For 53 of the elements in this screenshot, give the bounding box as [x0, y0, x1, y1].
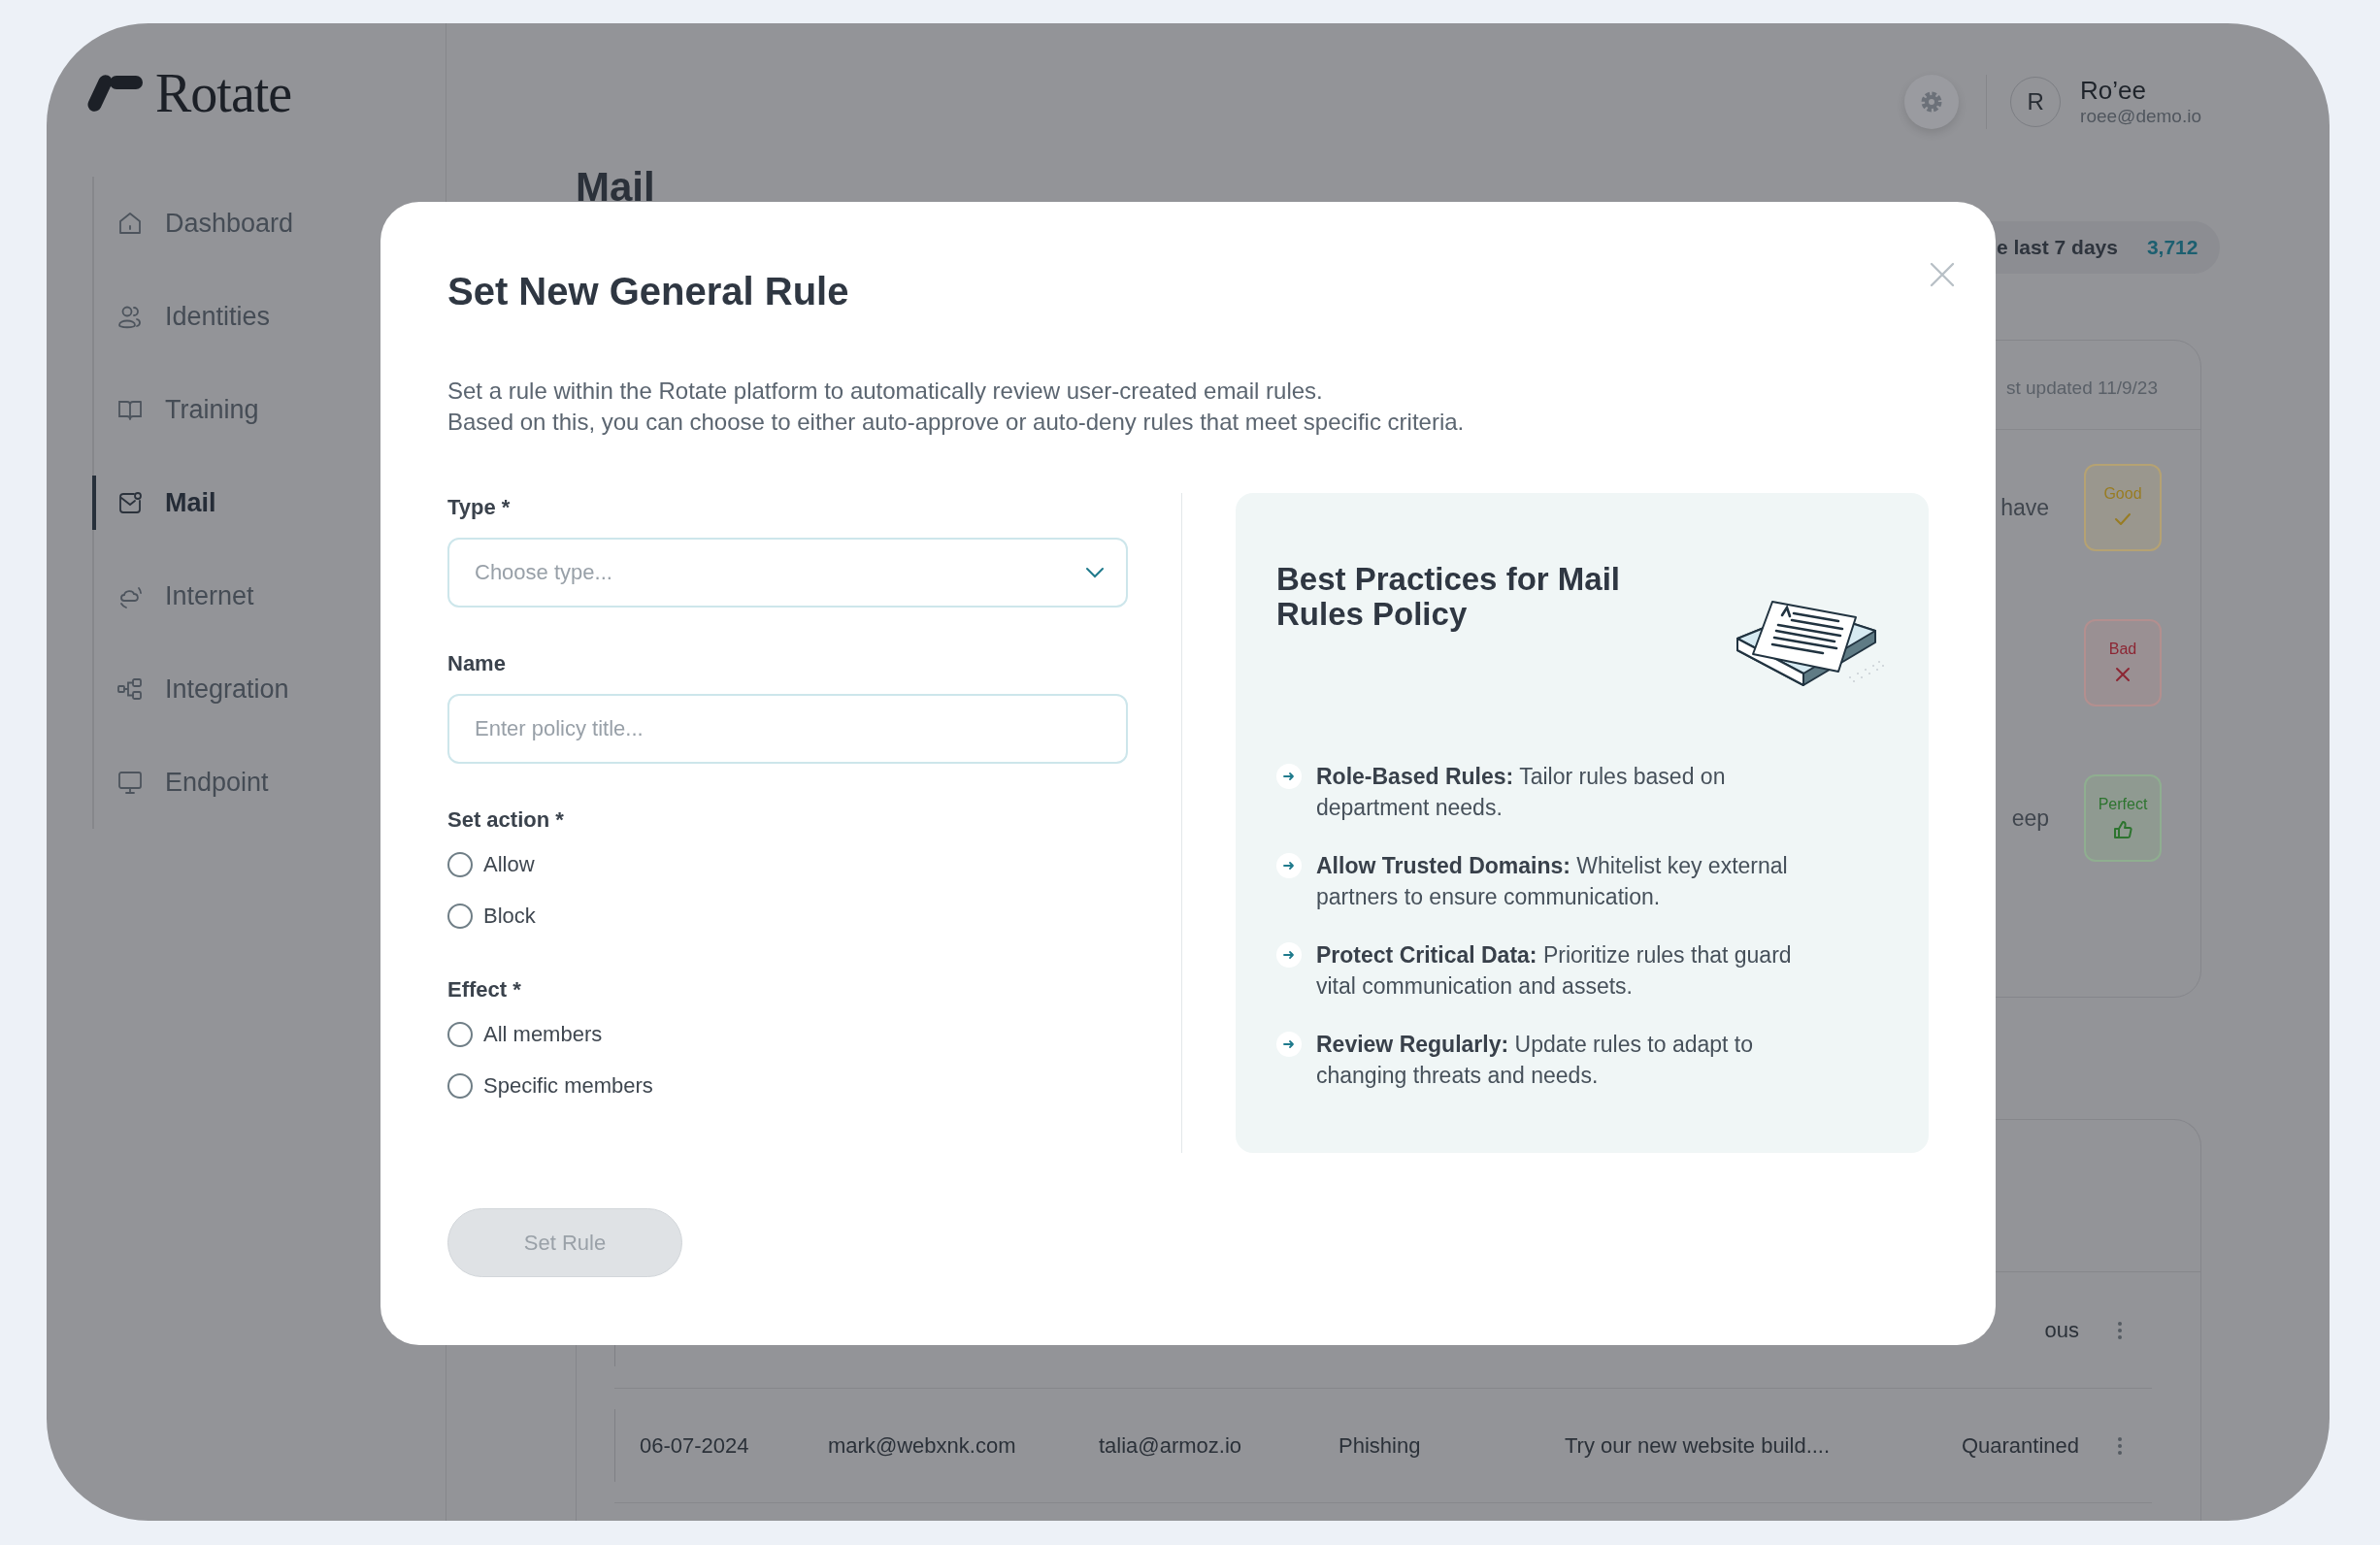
table-cell-text: Quarantined	[1960, 1432, 2079, 1459]
sidebar-item[interactable]: Dashboard	[92, 177, 302, 270]
rule-text: eep	[2011, 805, 2049, 832]
user-email: roee@demo.io	[2080, 105, 2201, 128]
field-label: Name	[447, 650, 507, 677]
close-icon	[1929, 261, 1956, 288]
radio-button[interactable]	[447, 904, 473, 929]
brand-name: Rotate	[155, 73, 292, 114]
tip-text: Review Regularly: Update rules to adapt to changing threats and needs.	[1316, 1031, 1755, 1090]
rating-badge: Perfect	[2084, 774, 2162, 862]
radio-button[interactable]	[447, 852, 473, 877]
dialog-title: Set New General Rule	[447, 269, 849, 314]
sidebar-item[interactable]: Integration	[92, 642, 297, 736]
radio-option[interactable]: Specific members	[447, 1068, 1128, 1103]
sidebar-item[interactable]: Training	[92, 363, 267, 456]
user-name: Ro’ee	[2080, 76, 2147, 105]
field-label: Type *	[447, 494, 512, 521]
dialog-description: Set a rule within the Rotate platform to automatically review user-created email rules.	[447, 377, 1324, 406]
more-icon[interactable]	[2116, 1434, 2124, 1457]
type-select[interactable]: Choose type...	[447, 538, 1128, 608]
table-cell-text: talia@armoz.io	[1099, 1432, 1243, 1459]
tip-text: Protect Critical Data: Prioritize rules that guard vital communication and assets.	[1316, 941, 1793, 1001]
dialog-description: Based on this, you can choose to either auto-approve or auto-deny rules that meet specific criteria.	[447, 408, 1466, 437]
sidebar-item[interactable]: Identities	[92, 270, 279, 363]
field-label: Effect *	[447, 976, 522, 1003]
table-cell-text: ous	[2043, 1317, 2079, 1343]
page-title: Mail	[576, 163, 656, 212]
stat-value: 3,712	[2146, 236, 2198, 259]
rule-text: have	[2000, 494, 2049, 521]
updated-text: st updated 11/9/23	[2006, 378, 2158, 398]
radio-option[interactable]: All members	[447, 1017, 1128, 1052]
table-cell-text: 06-07-2024	[640, 1432, 750, 1459]
rating-badge: Good	[2084, 464, 2162, 551]
stat-label: e last 7 days	[1997, 236, 2118, 259]
table-cell-text: Phishing	[1339, 1432, 1422, 1459]
radio-option[interactable]: Allow	[447, 847, 1128, 882]
sidebar-item[interactable]: Internet	[92, 549, 262, 642]
rating-badge: Bad	[2084, 619, 2162, 707]
table-cell-text: mark@webxnk.com	[828, 1432, 1017, 1459]
thumbs-up-icon	[2112, 819, 2133, 840]
more-icon[interactable]	[2116, 1319, 2124, 1341]
tip-text: Allow Trusted Domains: Whitelist key external partners to ensure communication.	[1316, 852, 1789, 911]
logo-icon	[85, 75, 144, 112]
name-field[interactable]: Enter policy title...	[447, 694, 1128, 764]
radio-button[interactable]	[447, 1073, 473, 1099]
field-label: Set action *	[447, 806, 565, 834]
table-cell-text: Try our new website build....	[1565, 1432, 1832, 1459]
tip-text: Role-Based Rules: Tailor rules based on department needs.	[1316, 763, 1727, 822]
radio-option[interactable]: Block	[447, 899, 1128, 934]
radio-button[interactable]	[447, 1022, 473, 1047]
chevron-down-icon	[1085, 567, 1105, 578]
sidebar-item[interactable]: Endpoint	[92, 736, 277, 829]
tips-title: Best Practices for Mail Rules Policy	[1276, 562, 1621, 632]
